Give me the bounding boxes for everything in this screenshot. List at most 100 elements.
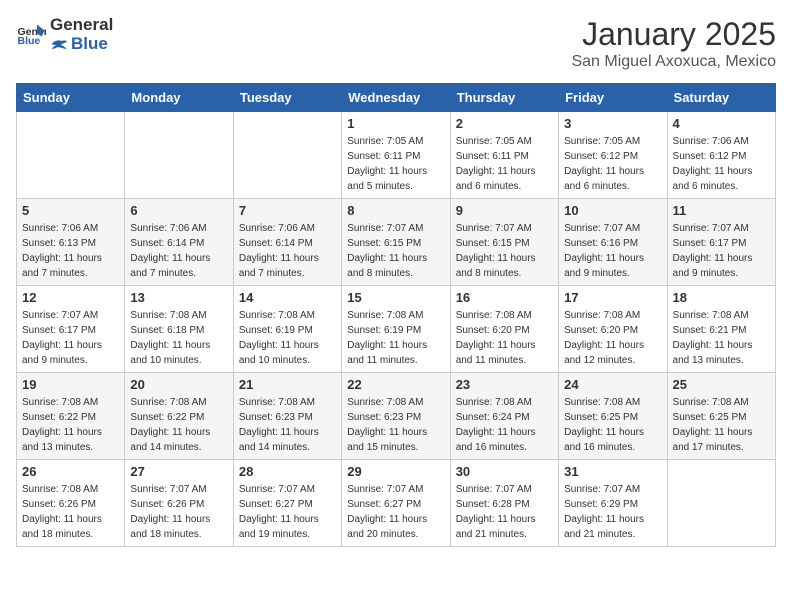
calendar-cell: 29 Sunrise: 7:07 AMSunset: 6:27 PMDayligh… — [342, 460, 450, 547]
calendar-cell: 14 Sunrise: 7:08 AMSunset: 6:19 PMDayligh… — [233, 286, 341, 373]
day-info: Sunrise: 7:08 AMSunset: 6:23 PMDaylight:… — [347, 395, 444, 455]
location-title: San Miguel Axoxuca, Mexico — [571, 53, 776, 71]
day-number: 26 — [22, 464, 119, 479]
logo-general-text: General — [50, 16, 113, 35]
calendar-cell: 19 Sunrise: 7:08 AMSunset: 6:22 PMDayligh… — [17, 373, 125, 460]
day-info: Sunrise: 7:08 AMSunset: 6:23 PMDaylight:… — [239, 395, 336, 455]
day-number: 13 — [130, 290, 227, 305]
day-number: 15 — [347, 290, 444, 305]
day-number: 9 — [456, 203, 553, 218]
day-info: Sunrise: 7:08 AMSunset: 6:22 PMDaylight:… — [22, 395, 119, 455]
logo-icon: General Blue — [16, 20, 46, 50]
day-info: Sunrise: 7:07 AMSunset: 6:26 PMDaylight:… — [130, 482, 227, 542]
day-number: 14 — [239, 290, 336, 305]
calendar-cell: 18 Sunrise: 7:08 AMSunset: 6:21 PMDayligh… — [667, 286, 775, 373]
day-number: 17 — [564, 290, 661, 305]
calendar-cell: 24 Sunrise: 7:08 AMSunset: 6:25 PMDayligh… — [559, 373, 667, 460]
day-info: Sunrise: 7:07 AMSunset: 6:27 PMDaylight:… — [347, 482, 444, 542]
calendar-cell: 30Sunrise: 7:07 AMSunset: 6:28 PMDayligh… — [450, 460, 558, 547]
day-info: Sunrise: 7:06 AMSunset: 6:12 PMDaylight:… — [673, 134, 770, 194]
calendar-cell — [667, 460, 775, 547]
weekday-header: Sunday — [17, 84, 125, 112]
day-number: 23 — [456, 377, 553, 392]
day-number: 3 — [564, 116, 661, 131]
day-info: Sunrise: 7:08 AMSunset: 6:19 PMDaylight:… — [347, 308, 444, 368]
day-number: 19 — [22, 377, 119, 392]
day-info: Sunrise: 7:06 AMSunset: 6:14 PMDaylight:… — [130, 221, 227, 281]
calendar-cell: 12 Sunrise: 7:07 AMSunset: 6:17 PMDayligh… — [17, 286, 125, 373]
day-number: 5 — [22, 203, 119, 218]
day-info: Sunrise: 7:08 AMSunset: 6:22 PMDaylight:… — [130, 395, 227, 455]
calendar-cell: 26 Sunrise: 7:08 AMSunset: 6:26 PMDayligh… — [17, 460, 125, 547]
day-info: Sunrise: 7:08 AMSunset: 6:21 PMDaylight:… — [673, 308, 770, 368]
day-number: 4 — [673, 116, 770, 131]
weekday-header: Friday — [559, 84, 667, 112]
day-info: Sunrise: 7:05 AMSunset: 6:11 PMDaylight:… — [347, 134, 444, 194]
day-info: Sunrise: 7:08 AMSunset: 6:19 PMDaylight:… — [239, 308, 336, 368]
day-info: Sunrise: 7:07 AMSunset: 6:17 PMDaylight:… — [22, 308, 119, 368]
day-info: Sunrise: 7:07 AMSunset: 6:15 PMDaylight:… — [347, 221, 444, 281]
day-info: Sunrise: 7:07 AMSunset: 6:17 PMDaylight:… — [673, 221, 770, 281]
weekday-header: Tuesday — [233, 84, 341, 112]
day-number: 2 — [456, 116, 553, 131]
day-info: Sunrise: 7:08 AMSunset: 6:26 PMDaylight:… — [22, 482, 119, 542]
calendar-cell — [233, 112, 341, 199]
calendar-cell: 9Sunrise: 7:07 AMSunset: 6:15 PMDaylight… — [450, 199, 558, 286]
svg-text:Blue: Blue — [18, 35, 41, 47]
calendar-week-row: 5 Sunrise: 7:06 AMSunset: 6:13 PMDaylight… — [17, 199, 776, 286]
day-number: 31 — [564, 464, 661, 479]
weekday-header: Monday — [125, 84, 233, 112]
calendar-cell: 27 Sunrise: 7:07 AMSunset: 6:26 PMDayligh… — [125, 460, 233, 547]
day-number: 10 — [564, 203, 661, 218]
calendar-cell: 20 Sunrise: 7:08 AMSunset: 6:22 PMDayligh… — [125, 373, 233, 460]
calendar-cell — [17, 112, 125, 199]
day-info: Sunrise: 7:08 AMSunset: 6:25 PMDaylight:… — [564, 395, 661, 455]
calendar-cell: 10 Sunrise: 7:07 AMSunset: 6:16 PMDayligh… — [559, 199, 667, 286]
weekday-header: Wednesday — [342, 84, 450, 112]
logo-bird-icon — [50, 37, 68, 51]
day-number: 25 — [673, 377, 770, 392]
calendar-cell — [125, 112, 233, 199]
day-number: 20 — [130, 377, 227, 392]
day-number: 29 — [347, 464, 444, 479]
calendar-cell: 7Sunrise: 7:06 AMSunset: 6:14 PMDaylight… — [233, 199, 341, 286]
day-number: 11 — [673, 203, 770, 218]
calendar-cell: 23Sunrise: 7:08 AMSunset: 6:24 PMDayligh… — [450, 373, 558, 460]
calendar-week-row: 19 Sunrise: 7:08 AMSunset: 6:22 PMDayligh… — [17, 373, 776, 460]
calendar-cell: 6 Sunrise: 7:06 AMSunset: 6:14 PMDaylight… — [125, 199, 233, 286]
month-title: January 2025 — [571, 16, 776, 53]
calendar-cell: 15 Sunrise: 7:08 AMSunset: 6:19 PMDayligh… — [342, 286, 450, 373]
day-number: 1 — [347, 116, 444, 131]
day-info: Sunrise: 7:06 AMSunset: 6:13 PMDaylight:… — [22, 221, 119, 281]
calendar-cell: 28 Sunrise: 7:07 AMSunset: 6:27 PMDayligh… — [233, 460, 341, 547]
calendar-cell: 3Sunrise: 7:05 AMSunset: 6:12 PMDaylight… — [559, 112, 667, 199]
logo-blue-text: Blue — [71, 35, 108, 54]
calendar-cell: 31 Sunrise: 7:07 AMSunset: 6:29 PMDayligh… — [559, 460, 667, 547]
day-number: 12 — [22, 290, 119, 305]
day-info: Sunrise: 7:07 AMSunset: 6:27 PMDaylight:… — [239, 482, 336, 542]
day-number: 16 — [456, 290, 553, 305]
calendar-cell: 5 Sunrise: 7:06 AMSunset: 6:13 PMDaylight… — [17, 199, 125, 286]
day-info: Sunrise: 7:07 AMSunset: 6:29 PMDaylight:… — [564, 482, 661, 542]
calendar-cell: 21Sunrise: 7:08 AMSunset: 6:23 PMDayligh… — [233, 373, 341, 460]
day-number: 18 — [673, 290, 770, 305]
calendar-cell: 8 Sunrise: 7:07 AMSunset: 6:15 PMDaylight… — [342, 199, 450, 286]
weekday-header: Saturday — [667, 84, 775, 112]
weekday-header: Thursday — [450, 84, 558, 112]
day-info: Sunrise: 7:07 AMSunset: 6:16 PMDaylight:… — [564, 221, 661, 281]
calendar-week-row: 12 Sunrise: 7:07 AMSunset: 6:17 PMDayligh… — [17, 286, 776, 373]
day-number: 28 — [239, 464, 336, 479]
calendar-week-row: 1 Sunrise: 7:05 AMSunset: 6:11 PMDaylight… — [17, 112, 776, 199]
calendar-cell: 11 Sunrise: 7:07 AMSunset: 6:17 PMDayligh… — [667, 199, 775, 286]
day-info: Sunrise: 7:08 AMSunset: 6:25 PMDaylight:… — [673, 395, 770, 455]
day-number: 8 — [347, 203, 444, 218]
page-header: General Blue General Blue January 2025 S… — [16, 16, 776, 71]
calendar-cell: 2Sunrise: 7:05 AMSunset: 6:11 PMDaylight… — [450, 112, 558, 199]
day-number: 7 — [239, 203, 336, 218]
day-number: 27 — [130, 464, 227, 479]
calendar-cell: 13 Sunrise: 7:08 AMSunset: 6:18 PMDayligh… — [125, 286, 233, 373]
day-number: 24 — [564, 377, 661, 392]
day-number: 6 — [130, 203, 227, 218]
day-info: Sunrise: 7:08 AMSunset: 6:18 PMDaylight:… — [130, 308, 227, 368]
logo: General Blue General Blue — [16, 16, 113, 53]
